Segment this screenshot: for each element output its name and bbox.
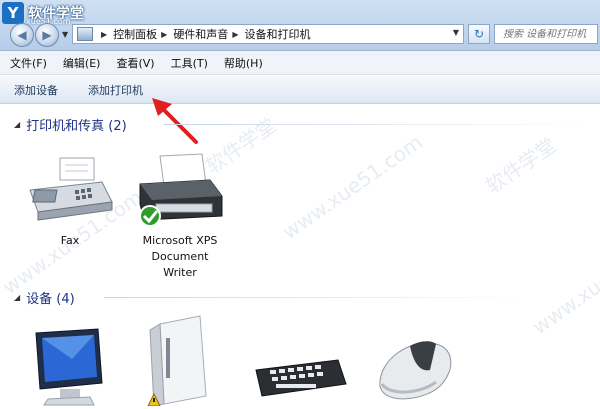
chevron-right-icon[interactable]: ▶: [161, 30, 167, 39]
keyboard-icon: [255, 359, 347, 397]
drive-icon: [147, 315, 207, 407]
device-external-drive[interactable]: [140, 312, 220, 409]
forward-button[interactable]: ▶: [35, 23, 59, 47]
fax-icon: [29, 157, 113, 221]
menu-tools[interactable]: 工具(T): [171, 55, 208, 71]
menu-bar: 文件(F) 编辑(E) 查看(V) 工具(T) 帮助(H): [0, 51, 600, 75]
chevron-right-icon: ▶: [101, 29, 108, 39]
menu-view[interactable]: 查看(V): [116, 55, 154, 71]
refresh-button[interactable]: ↻: [468, 24, 490, 44]
mouse-icon: [379, 341, 452, 400]
device-mouse[interactable]: [370, 330, 460, 409]
address-bar[interactable]: ▶ 控制面板 ▶ 硬件和声音 ▶ 设备和打印机 ▼: [72, 24, 464, 44]
back-arrow-icon: ◀: [17, 28, 27, 42]
printer-icon: [139, 153, 223, 227]
printers-group-header[interactable]: ◢ 打印机和传真 (2): [14, 115, 594, 134]
recent-pages-dropdown[interactable]: ▼: [62, 30, 68, 39]
control-panel-icon: [77, 27, 93, 41]
search-box[interactable]: [494, 24, 598, 44]
devices-group-label: 设备 (4): [26, 292, 75, 307]
logo-mark-icon: Y: [2, 2, 24, 24]
menu-help[interactable]: 帮助(H): [224, 55, 263, 71]
group-divider: [104, 297, 534, 298]
command-bar: 添加设备 添加打印机: [0, 76, 600, 104]
printers-group-label: 打印机和传真 (2): [26, 119, 127, 134]
device-label-line: Document: [151, 250, 209, 263]
collapse-triangle-icon[interactable]: ◢: [14, 120, 20, 129]
chevron-right-icon[interactable]: ▶: [232, 30, 238, 39]
refresh-icon: ↻: [473, 27, 485, 41]
search-input[interactable]: [503, 28, 589, 40]
add-device-button[interactable]: 添加设备: [14, 82, 58, 98]
device-monitor[interactable]: [30, 325, 110, 409]
device-xps-writer[interactable]: Microsoft XPS Document Writer: [130, 150, 230, 281]
breadcrumb-item-hardware-sound[interactable]: 硬件和声音: [173, 26, 228, 42]
add-printer-button[interactable]: 添加打印机: [88, 82, 143, 98]
device-label-line: Microsoft XPS: [142, 234, 218, 247]
collapse-triangle-icon[interactable]: ◢: [14, 293, 20, 302]
breadcrumb: ▶ 控制面板 ▶ 硬件和声音 ▶ 设备和打印机: [97, 26, 310, 42]
device-keyboard[interactable]: [250, 350, 350, 409]
forward-arrow-icon: ▶: [42, 28, 52, 42]
device-label-line: Writer: [163, 266, 197, 279]
monitor-icon: [35, 328, 103, 406]
watermark: www.xue51.com: [528, 224, 600, 340]
devices-group-header[interactable]: ◢ 设备 (4): [14, 288, 594, 307]
address-dropdown-icon[interactable]: ▼: [453, 28, 459, 37]
watermark: www.xue51.com: [278, 129, 427, 245]
watermark: 软件学堂: [481, 132, 561, 199]
breadcrumb-item-control-panel[interactable]: 控制面板: [113, 26, 157, 42]
group-divider: [164, 124, 594, 125]
menu-edit[interactable]: 编辑(E): [63, 55, 101, 71]
back-button[interactable]: ◀: [10, 23, 34, 47]
device-label: Fax: [60, 234, 80, 247]
breadcrumb-item-devices-printers[interactable]: 设备和打印机: [244, 26, 310, 42]
title-address-bar: Y 软件学堂 xue51.com ◀ ▶ ▼ ▶ 控制面板 ▶ 硬件和声音 ▶ …: [0, 0, 600, 51]
device-fax[interactable]: Fax: [20, 150, 120, 249]
menu-file[interactable]: 文件(F): [10, 55, 47, 71]
